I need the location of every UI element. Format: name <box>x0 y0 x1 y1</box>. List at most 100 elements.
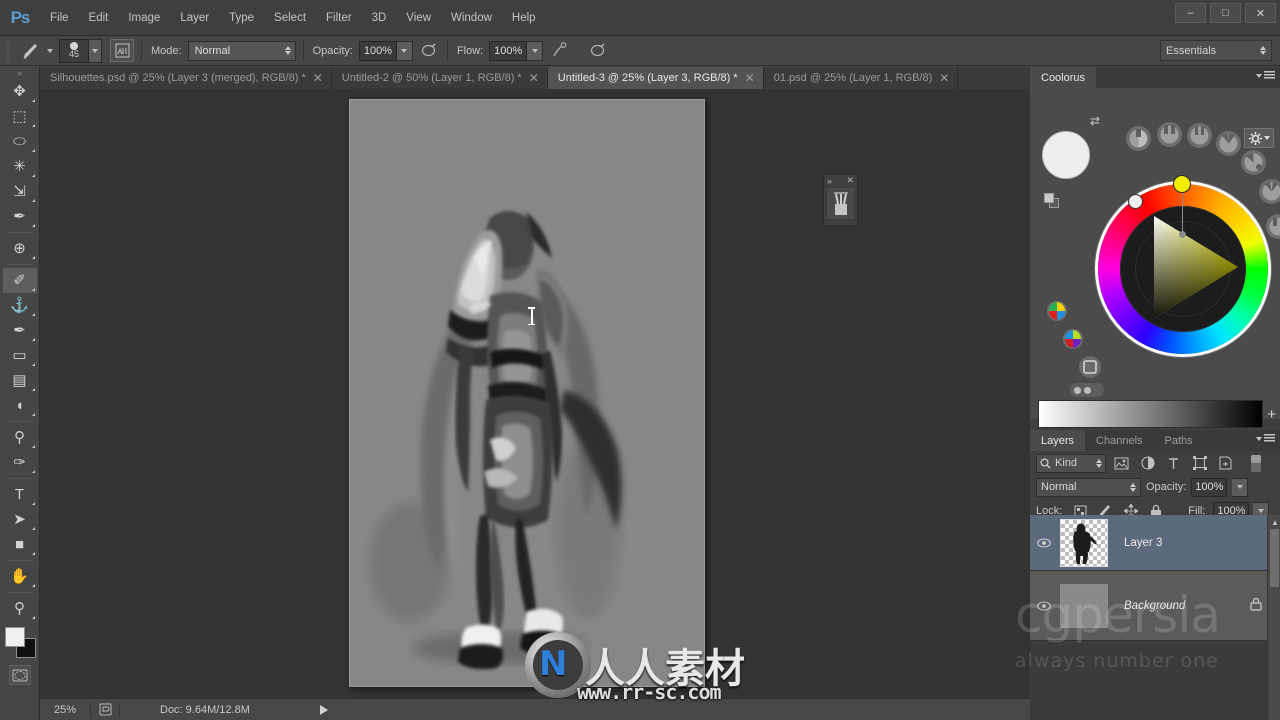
flow-input[interactable]: 100% <box>489 40 528 61</box>
opacity-slider-button[interactable] <box>396 40 413 61</box>
filter-toggle-switch[interactable] <box>1245 454 1266 473</box>
menu-item-edit[interactable]: Edit <box>79 0 119 36</box>
document-profile-icon[interactable] <box>91 703 119 716</box>
harmony-mode-analogous[interactable] <box>1187 123 1212 148</box>
zoom-tool[interactable]: ⚲ <box>3 596 37 621</box>
default-colors-icon[interactable] <box>1044 193 1060 209</box>
color-mode-ryb-button[interactable] <box>1062 328 1084 350</box>
menu-item-view[interactable]: View <box>396 0 441 36</box>
airbrush-icon[interactable] <box>548 40 570 62</box>
swap-colors-icon[interactable]: ⇄ <box>1090 114 1100 128</box>
close-icon[interactable]: ✕ <box>529 72 539 84</box>
tools-panel-collapse[interactable]: » <box>0 67 39 79</box>
layer-blend-mode-select[interactable]: Normal <box>1036 477 1141 497</box>
harmony-mode-split-complementary[interactable] <box>1216 131 1241 156</box>
history-brush-tool[interactable]: ✒ <box>3 318 37 343</box>
floating-brush-panel[interactable]: » ✕ <box>823 174 858 226</box>
coolorus-settings-button[interactable] <box>1244 128 1274 148</box>
options-bar-grip[interactable] <box>5 39 15 62</box>
menu-item-filter[interactable]: Filter <box>316 0 362 36</box>
close-icon[interactable]: ✕ <box>846 175 854 186</box>
zoom-level[interactable]: 25% <box>40 704 90 716</box>
color-swatches[interactable] <box>3 625 37 659</box>
menu-item-layer[interactable]: Layer <box>170 0 219 36</box>
menu-item-image[interactable]: Image <box>118 0 170 36</box>
blur-tool[interactable]: ◖ <box>3 393 37 418</box>
tab-paths[interactable]: Paths <box>1153 430 1204 451</box>
color-wheel[interactable] <box>1098 175 1268 354</box>
gradient-tool[interactable]: ▤ <box>3 368 37 393</box>
close-icon[interactable]: ✕ <box>745 72 755 84</box>
tab-coolorus[interactable]: Coolorus <box>1030 67 1097 88</box>
color-mode-square-button[interactable] <box>1078 355 1102 379</box>
filter-shape-layers-icon[interactable] <box>1189 454 1210 473</box>
pen-tool[interactable]: ✑ <box>3 450 37 475</box>
crop-tool[interactable]: ⇲ <box>3 179 37 204</box>
brush-size-preview[interactable]: 45 <box>59 38 89 63</box>
value-gradient-strip[interactable] <box>1038 400 1263 428</box>
image-canvas[interactable] <box>349 99 705 687</box>
coolorus-foreground-swatch[interactable] <box>1042 131 1090 179</box>
coolorus-view-toggle[interactable] <box>1070 383 1104 397</box>
brush-tool[interactable]: ✐ <box>2 268 37 293</box>
layer-visibility-toggle[interactable] <box>1030 537 1058 548</box>
layer-name[interactable]: Background <box>1124 600 1185 612</box>
close-icon[interactable]: ✕ <box>939 72 949 84</box>
layer-filter-kind-select[interactable]: Kind <box>1036 453 1106 473</box>
layer-thumbnail[interactable] <box>1060 583 1108 628</box>
foreground-color-swatch[interactable] <box>4 627 25 647</box>
tablet-pressure-icon[interactable] <box>586 40 608 62</box>
menu-item-3d[interactable]: 3D <box>362 0 397 36</box>
layer-thumbnail[interactable] <box>1060 518 1108 567</box>
close-icon[interactable]: ✕ <box>313 72 323 84</box>
clone-stamp-tool[interactable]: ⚓ <box>3 293 37 318</box>
layer-opacity-slider-button[interactable] <box>1232 477 1249 497</box>
menu-item-select[interactable]: Select <box>264 0 316 36</box>
move-tool[interactable]: ✥ <box>3 79 37 104</box>
filter-type-layers-icon[interactable] <box>1163 454 1184 473</box>
scrollbar-thumb[interactable] <box>1270 529 1279 587</box>
opacity-pressure-icon[interactable] <box>418 40 440 62</box>
saturation-value-triangle[interactable] <box>1120 206 1246 332</box>
filter-smart-objects-icon[interactable] <box>1215 454 1236 473</box>
tab-channels[interactable]: Channels <box>1085 430 1154 451</box>
hand-tool[interactable]: ✋ <box>3 564 37 589</box>
toggle-brush-panel-button[interactable] <box>110 39 134 62</box>
document-canvas-area[interactable]: » ✕ <box>40 89 1030 698</box>
menu-item-window[interactable]: Window <box>441 0 502 36</box>
brush-tool-icon[interactable] <box>19 40 43 62</box>
menu-item-help[interactable]: Help <box>502 0 546 36</box>
horizontal-type-tool[interactable]: T <box>3 482 37 507</box>
filter-pixel-layers-icon[interactable] <box>1111 454 1132 473</box>
coolorus-panel-menu-button[interactable] <box>1256 71 1275 80</box>
tab-layers[interactable]: Layers <box>1030 430 1086 451</box>
coolorus-fg-bg-swatches[interactable] <box>1042 131 1098 187</box>
table-row[interactable]: Layer 3 <box>1030 515 1280 571</box>
table-row[interactable]: Background <box>1030 571 1280 641</box>
harmony-mode-triad[interactable] <box>1241 150 1266 175</box>
brush-preset-picker-button[interactable] <box>89 38 102 63</box>
color-mode-rgb-button[interactable] <box>1046 300 1068 322</box>
collapse-icon[interactable]: » <box>827 176 832 186</box>
minimize-button[interactable]: – <box>1175 3 1206 23</box>
brush-holder-icon[interactable] <box>826 187 855 220</box>
maximize-button[interactable]: □ <box>1210 3 1241 23</box>
harmony-mode-square[interactable] <box>1266 214 1280 239</box>
document-tab-0[interactable]: Silhouettes.psd @ 25% (Layer 3 (merged),… <box>40 67 332 89</box>
flow-slider-button[interactable] <box>527 40 544 61</box>
status-expand-icon[interactable] <box>319 704 328 715</box>
document-tab-2[interactable]: Untitled-3 @ 25% (Layer 3, RGB/8) * ✕ <box>547 67 764 89</box>
dodge-tool[interactable]: ⚲ <box>3 425 37 450</box>
layers-panel-menu-button[interactable] <box>1256 434 1275 443</box>
rectangle-tool[interactable]: ■ <box>3 532 37 557</box>
saturation-value-handle[interactable] <box>1128 194 1143 209</box>
eyedropper-tool[interactable]: ✒ <box>3 204 37 229</box>
layer-visibility-toggle[interactable] <box>1030 600 1058 611</box>
harmony-mode-complementary[interactable] <box>1157 122 1182 147</box>
document-tab-1[interactable]: Untitled-2 @ 50% (Layer 1, RGB/8) * ✕ <box>331 67 548 89</box>
hue-handle[interactable] <box>1173 175 1191 193</box>
layer-list-scrollbar[interactable]: ▲ ▼ <box>1267 515 1280 720</box>
layer-name[interactable]: Layer 3 <box>1124 537 1162 549</box>
harmony-mode-mono[interactable] <box>1126 126 1151 151</box>
blend-mode-select[interactable]: Normal <box>187 40 296 61</box>
